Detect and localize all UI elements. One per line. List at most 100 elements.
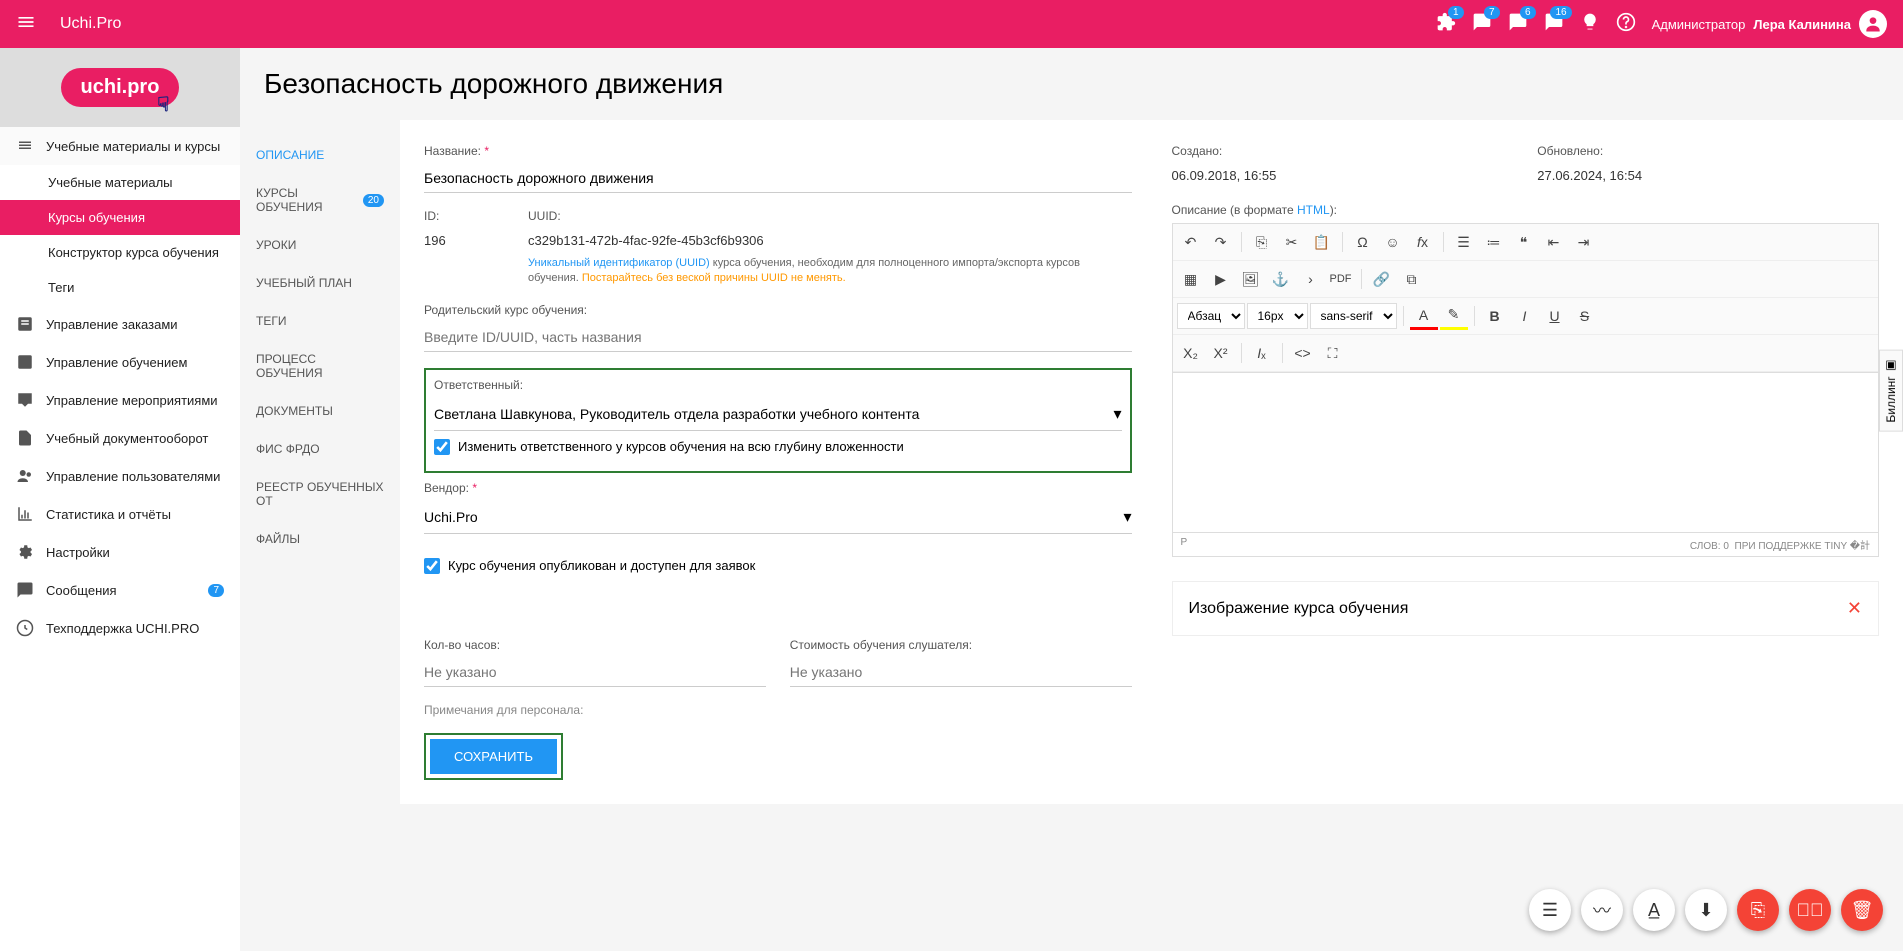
image-icon[interactable]: 🖼 (1237, 265, 1265, 293)
bulb-icon[interactable] (1580, 12, 1600, 37)
italic-icon[interactable]: I (1511, 302, 1539, 330)
fab-copy[interactable]: ⎘ (1737, 889, 1779, 931)
sidebar-item-messages[interactable]: Сообщения7 (0, 571, 240, 609)
tab-process[interactable]: ПРОЦЕСС ОБУЧЕНИЯ (248, 340, 392, 392)
anchor-icon[interactable]: ⚓ (1267, 265, 1295, 293)
name-input[interactable] (424, 164, 1132, 193)
subscript-icon[interactable]: X₂ (1177, 339, 1205, 367)
tab-lessons[interactable]: УРОКИ (248, 226, 392, 264)
fab-hide[interactable]: 👁⃠ (1789, 889, 1831, 931)
close-icon[interactable]: ✕ (1847, 598, 1862, 619)
id-label: ID: (424, 209, 504, 223)
sidebar-item-stats[interactable]: Статистика и отчёты (0, 495, 240, 533)
sidebar-item-materials-sub[interactable]: Учебные материалы (0, 165, 240, 200)
omega-icon[interactable]: Ω (1349, 228, 1377, 256)
table-icon[interactable]: ▦ (1177, 265, 1205, 293)
left-sidebar: uchi.pro ☟ Учебные материалы и курсы Уче… (0, 48, 240, 951)
chat-icon-2[interactable]: 6 (1508, 12, 1528, 37)
save-button[interactable]: СОХРАНИТЬ (430, 739, 557, 774)
unlink-icon[interactable]: ⧉ (1398, 265, 1426, 293)
tab-description[interactable]: ОПИСАНИЕ (248, 136, 392, 174)
sidebar-item-users[interactable]: Управление пользователями (0, 457, 240, 495)
vendor-select[interactable]: Uchi.Pro ▾ (424, 501, 1132, 534)
bgcolor-icon[interactable]: ✎ (1440, 302, 1468, 330)
image-card: Изображение курса обучения ✕ (1172, 581, 1880, 636)
code-icon[interactable]: <> (1289, 339, 1317, 367)
sidebar-item-learning[interactable]: Управление обучением (0, 343, 240, 381)
chat-icon-1[interactable]: 7 (1472, 12, 1492, 37)
sidebar-item-constructor[interactable]: Конструктор курса обучения (0, 235, 240, 270)
vendor-label: Вендор: * (424, 481, 1132, 495)
underline-icon[interactable]: U (1541, 302, 1569, 330)
strike-icon[interactable]: S (1571, 302, 1599, 330)
responsible-deep-checkbox[interactable] (434, 439, 450, 455)
quote-icon[interactable]: ❝ (1510, 228, 1538, 256)
tab-plan[interactable]: УЧЕБНЫЙ ПЛАН (248, 264, 392, 302)
uuid-label: UUID: (528, 209, 1132, 223)
pdf-icon[interactable]: PDF (1327, 265, 1355, 293)
textcolor-icon[interactable]: A (1410, 302, 1438, 330)
logo-area: uchi.pro ☟ (0, 48, 240, 127)
sidebar-item-settings[interactable]: Настройки (0, 533, 240, 571)
chevron-right-icon[interactable]: › (1297, 265, 1325, 293)
responsible-select[interactable]: Светлана Шавкунова, Руководитель отдела … (434, 398, 1122, 431)
tabs-nav: ОПИСАНИЕ КУРСЫ ОБУЧЕНИЯ20 УРОКИ УЧЕБНЫЙ … (240, 120, 400, 804)
help-icon[interactable] (1616, 12, 1636, 37)
sidebar-item-support[interactable]: Техподдержка UCHI.PRO (0, 609, 240, 647)
responsible-check-label: Изменить ответственного у курсов обучени… (458, 439, 904, 454)
sidebar-item-docs[interactable]: Учебный документооборот (0, 419, 240, 457)
paragraph-select[interactable]: Абзац (1177, 303, 1245, 329)
sidebar-item-tags[interactable]: Теги (0, 270, 240, 305)
app-header: Uchi.Pro 1 7 6 16 Администратор Лера Кал… (0, 0, 1903, 48)
editor-content[interactable] (1172, 373, 1880, 533)
list-ol-icon[interactable]: ≔ (1480, 228, 1508, 256)
fab-download[interactable]: ⬇ (1685, 889, 1727, 931)
tab-fis[interactable]: ФИС ФРДО (248, 430, 392, 468)
cut-icon[interactable]: ✂ (1278, 228, 1306, 256)
chat-icon-3[interactable]: 16 (1544, 12, 1564, 37)
superscript-icon[interactable]: X² (1207, 339, 1235, 367)
billing-tab[interactable]: Биллинг ▣ (1879, 350, 1903, 432)
badge: 16 (1550, 6, 1571, 19)
media-icon[interactable]: ▶ (1207, 265, 1235, 293)
copy-icon[interactable]: ⎘ (1248, 228, 1276, 256)
badge: 7 (1484, 6, 1500, 19)
undo-icon[interactable]: ↶ (1177, 228, 1205, 256)
fontsize-select[interactable]: 16px (1247, 303, 1308, 329)
published-label: Курс обучения опубликован и доступен для… (448, 558, 755, 573)
fab-delete[interactable]: 🗑 (1841, 889, 1883, 931)
fx-icon[interactable]: fx (1409, 228, 1437, 256)
tab-tags[interactable]: ТЕГИ (248, 302, 392, 340)
fontfamily-select[interactable]: sans-serif (1310, 303, 1397, 329)
paste-icon[interactable]: 📋 (1308, 228, 1336, 256)
cost-input[interactable] (790, 658, 1132, 687)
sidebar-item-courses[interactable]: Курсы обучения (0, 200, 240, 235)
redo-icon[interactable]: ↷ (1207, 228, 1235, 256)
fab-text[interactable]: A̲ (1633, 889, 1675, 931)
save-highlight: СОХРАНИТЬ (424, 733, 563, 780)
menu-icon[interactable] (16, 12, 36, 37)
user-name: Лера Калинина (1753, 17, 1851, 32)
emoji-icon[interactable]: ☺ (1379, 228, 1407, 256)
user-info[interactable]: Администратор Лера Калинина (1652, 10, 1887, 38)
tab-registry[interactable]: РЕЕСТР ОБУЧЕННЫХ ОТ (248, 468, 392, 520)
hours-input[interactable] (424, 658, 766, 687)
link-icon[interactable]: 🔗 (1368, 265, 1396, 293)
fab-list[interactable]: ☰ (1529, 889, 1571, 931)
list-ul-icon[interactable]: ☰ (1450, 228, 1478, 256)
fab-chart[interactable]: 〰 (1581, 889, 1623, 931)
tab-files[interactable]: ФАЙЛЫ (248, 520, 392, 558)
sidebar-item-materials[interactable]: Учебные материалы и курсы (0, 127, 240, 165)
tab-documents[interactable]: ДОКУМЕНТЫ (248, 392, 392, 430)
sidebar-item-events[interactable]: Управление мероприятиями (0, 381, 240, 419)
outdent-icon[interactable]: ⇤ (1540, 228, 1568, 256)
indent-icon[interactable]: ⇥ (1570, 228, 1598, 256)
bold-icon[interactable]: B (1481, 302, 1509, 330)
published-checkbox[interactable] (424, 558, 440, 574)
sidebar-item-orders[interactable]: Управление заказами (0, 305, 240, 343)
fullscreen-icon[interactable]: ⛶ (1319, 339, 1347, 367)
parent-input[interactable] (424, 323, 1132, 352)
tab-courses[interactable]: КУРСЫ ОБУЧЕНИЯ20 (248, 174, 392, 226)
puzzle-icon[interactable]: 1 (1436, 12, 1456, 37)
clear-format-icon[interactable]: Iₓ (1248, 339, 1276, 367)
